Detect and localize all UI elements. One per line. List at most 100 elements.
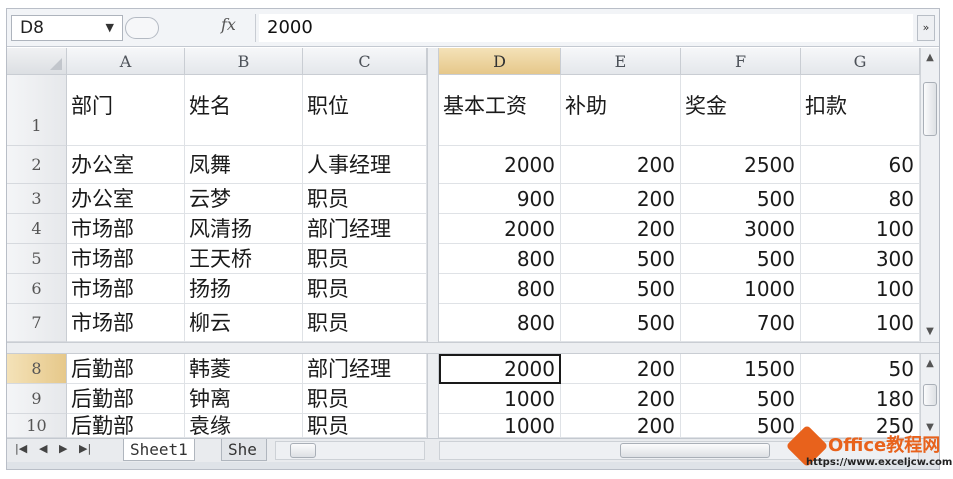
cell-f4[interactable]: 3000 [681,214,801,244]
cell-e5[interactable]: 500 [561,244,681,274]
cell-c7[interactable]: 职员 [303,304,427,342]
row-header-4[interactable]: 4 [7,214,67,244]
column-header-a[interactable]: A [67,48,185,75]
last-sheet-icon[interactable]: ▶| [79,442,91,455]
cell-e10[interactable]: 200 [561,414,681,438]
scroll-thumb[interactable] [290,443,316,458]
cell-c10[interactable]: 职员 [303,414,427,438]
cell-b10[interactable]: 袁缘 [185,414,303,438]
cell-b9[interactable]: 钟离 [185,384,303,414]
row-header-1[interactable]: 1 [7,75,67,146]
cell-f2[interactable]: 2500 [681,146,801,184]
insert-function-icon[interactable]: fx [221,15,236,34]
row-header-10[interactable]: 10 [7,414,67,438]
column-header-b[interactable]: B [185,48,303,75]
cell-e3[interactable]: 200 [561,184,681,214]
cell-a9[interactable]: 后勤部 [67,384,185,414]
cell-g9[interactable]: 180 [801,384,920,414]
cell-f10[interactable]: 500 [681,414,801,438]
cell-c8[interactable]: 部门经理 [303,354,427,384]
cell-c3[interactable]: 职员 [303,184,427,214]
cell-b2[interactable]: 凤舞 [185,146,303,184]
cell-b6[interactable]: 扬扬 [185,274,303,304]
cell-a5[interactable]: 市场部 [67,244,185,274]
scroll-thumb[interactable] [923,82,937,136]
cell-d2[interactable]: 2000 [439,146,561,184]
row-header-9[interactable]: 9 [7,384,67,414]
scroll-thumb[interactable] [923,384,937,406]
formula-input[interactable]: 2000 [259,14,913,42]
cell-a7[interactable]: 市场部 [67,304,185,342]
cell-a3[interactable]: 办公室 [67,184,185,214]
cell-g5[interactable]: 300 [801,244,920,274]
cell-c1[interactable]: 职位 [303,75,427,146]
cell-c6[interactable]: 职员 [303,274,427,304]
cell-d1[interactable]: 基本工资 [439,75,561,146]
row-header-7[interactable]: 7 [7,304,67,342]
cell-a2[interactable]: 办公室 [67,146,185,184]
formula-bar-resize-handle[interactable] [125,17,159,39]
row-header-5[interactable]: 5 [7,244,67,274]
column-header-f[interactable]: F [681,48,801,75]
cell-d4[interactable]: 2000 [439,214,561,244]
scroll-up-icon[interactable]: ▲ [921,356,939,372]
vertical-scrollbar-top[interactable]: ▲ ▼ [920,48,939,342]
cell-f5[interactable]: 500 [681,244,801,274]
scroll-down-icon[interactable]: ▼ [921,324,939,340]
cell-b8[interactable]: 韩菱 [185,354,303,384]
cell-e9[interactable]: 200 [561,384,681,414]
cell-d10[interactable]: 1000 [439,414,561,438]
cell-e6[interactable]: 500 [561,274,681,304]
column-header-d[interactable]: D [439,48,561,75]
cell-c9[interactable]: 职员 [303,384,427,414]
horizontal-scrollbar-left[interactable] [275,441,425,460]
column-header-e[interactable]: E [561,48,681,75]
previous-sheet-icon[interactable]: ◀ [39,442,47,455]
cell-f7[interactable]: 700 [681,304,801,342]
cell-d3[interactable]: 900 [439,184,561,214]
cell-b1[interactable]: 姓名 [185,75,303,146]
cell-g4[interactable]: 100 [801,214,920,244]
row-header-8[interactable]: 8 [7,354,67,384]
cell-e8[interactable]: 200 [561,354,681,384]
select-all-corner[interactable] [7,48,67,75]
column-header-c[interactable]: C [303,48,427,75]
chevron-down-icon[interactable]: ▼ [106,16,114,40]
expand-formula-bar-button[interactable]: » [917,15,935,41]
column-header-g[interactable]: G [801,48,920,75]
cell-d7[interactable]: 800 [439,304,561,342]
next-sheet-icon[interactable]: ▶ [59,442,67,455]
cell-f9[interactable]: 500 [681,384,801,414]
horizontal-split-bar[interactable] [7,342,939,354]
row-header-6[interactable]: 6 [7,274,67,304]
scroll-up-icon[interactable]: ▲ [921,50,939,66]
cell-g7[interactable]: 100 [801,304,920,342]
vertical-scrollbar-bottom[interactable]: ▲ ▼ [920,354,939,438]
cell-g6[interactable]: 100 [801,274,920,304]
cell-f1[interactable]: 奖金 [681,75,801,146]
cell-b3[interactable]: 云梦 [185,184,303,214]
cell-e7[interactable]: 500 [561,304,681,342]
cell-b7[interactable]: 柳云 [185,304,303,342]
cell-c5[interactable]: 职员 [303,244,427,274]
row-header-3[interactable]: 3 [7,184,67,214]
cell-g3[interactable]: 80 [801,184,920,214]
sheet-tab[interactable]: She [221,439,267,461]
scroll-thumb[interactable] [620,443,770,458]
cell-f3[interactable]: 500 [681,184,801,214]
cell-a1[interactable]: 部门 [67,75,185,146]
row-header-2[interactable]: 2 [7,146,67,184]
cell-c4[interactable]: 部门经理 [303,214,427,244]
cell-e2[interactable]: 200 [561,146,681,184]
cell-d9[interactable]: 1000 [439,384,561,414]
cell-f8[interactable]: 1500 [681,354,801,384]
cell-a10[interactable]: 后勤部 [67,414,185,438]
cell-g8[interactable]: 50 [801,354,920,384]
cell-e1[interactable]: 补助 [561,75,681,146]
sheet-tab[interactable]: Sheet1 [123,439,195,461]
first-sheet-icon[interactable]: |◀ [15,442,27,455]
vertical-split-bar[interactable] [427,48,439,438]
cell-b5[interactable]: 王天桥 [185,244,303,274]
cell-e4[interactable]: 200 [561,214,681,244]
cell-d5[interactable]: 800 [439,244,561,274]
